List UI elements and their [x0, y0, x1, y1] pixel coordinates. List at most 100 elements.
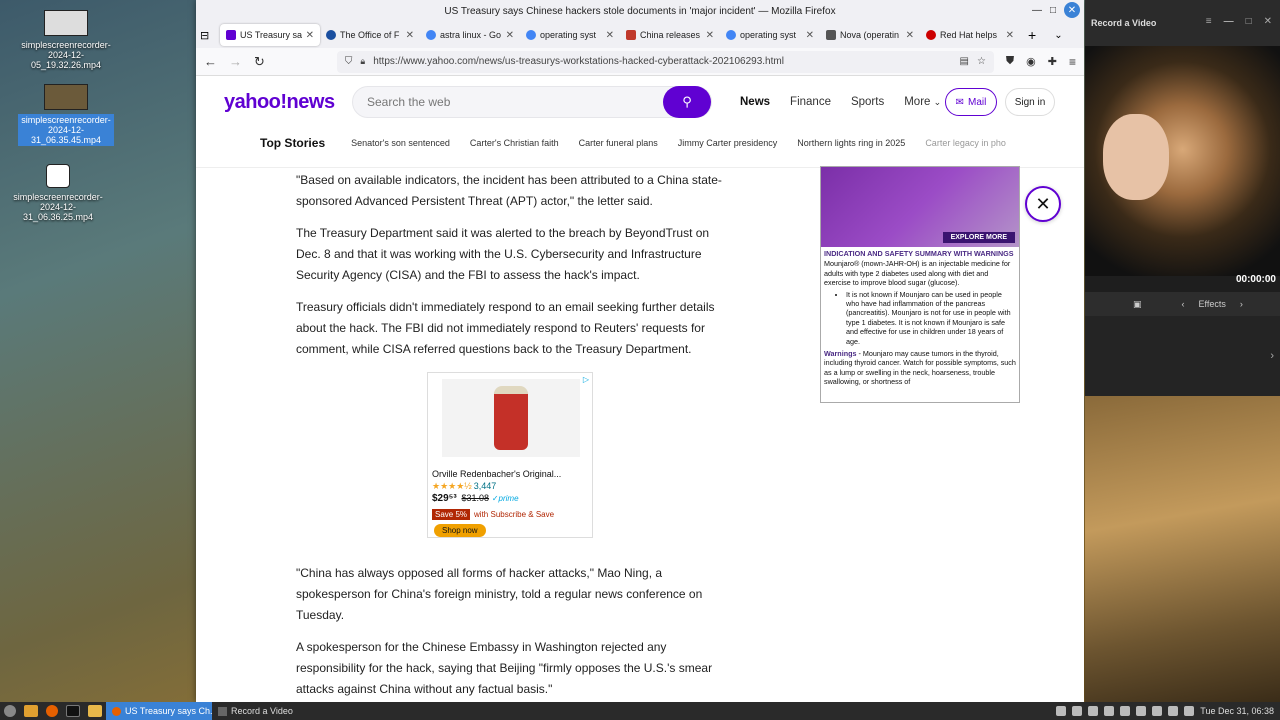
display-icon[interactable] — [1088, 706, 1099, 716]
tab-1[interactable]: US Treasury sa ✕ — [220, 24, 320, 46]
sign-in-button[interactable]: Sign in — [1005, 88, 1055, 116]
shop-now-button[interactable]: Shop now — [434, 524, 486, 537]
network-icon[interactable] — [1120, 706, 1131, 716]
search-button[interactable]: ⚲ — [663, 86, 711, 118]
side-ad[interactable]: EXPLORE MORE INDICATION AND SAFETY SUMMA… — [820, 166, 1020, 403]
close-tab-icon[interactable]: ✕ — [706, 30, 714, 41]
recorder-tray-icon[interactable] — [1072, 706, 1083, 716]
product-ad[interactable]: ▷ Orville Redenbacher's Original... ★★★★… — [427, 372, 593, 538]
mail-button[interactable]: ✉ Mail — [945, 88, 997, 116]
tab-6[interactable]: operating syst ✕ — [720, 24, 820, 46]
product-name[interactable]: Orville Redenbacher's Original... — [432, 469, 561, 479]
top-story-link[interactable]: Jimmy Carter presidency — [678, 138, 778, 148]
rating-stars: ★★★★½ — [432, 481, 472, 491]
effects-label[interactable]: Effects — [1199, 299, 1226, 309]
taskbar-firefox-task[interactable]: US Treasury says Ch... — [106, 702, 212, 720]
close-icon[interactable]: ✕ — [1264, 16, 1272, 27]
popcorn-jar-icon — [494, 386, 528, 450]
close-tab-icon[interactable]: ✕ — [406, 30, 414, 41]
article-paragraph: A spokesperson for the Chinese Embassy i… — [296, 640, 713, 696]
tab-3[interactable]: astra linux - Go ✕ — [420, 24, 520, 46]
desktop-file-icon-1[interactable]: simplescreenrecorder-2024-12-05_19.32.26… — [18, 10, 114, 70]
top-story-link[interactable]: Carter's Christian faith — [470, 138, 559, 148]
wifi-icon[interactable] — [1152, 706, 1163, 716]
files-icon[interactable] — [24, 705, 38, 717]
terminal-icon[interactable] — [66, 705, 80, 717]
url-bar[interactable]: ⛉ 🔒︎ https://www.yahoo.com/news/us-treas… — [336, 50, 994, 73]
nav-more[interactable]: More ⌄ — [904, 96, 941, 108]
tab-7[interactable]: Nova (operatin ✕ — [820, 24, 920, 46]
yahoo-news-logo[interactable]: yahoo!news — [224, 91, 335, 114]
tab-list-icon[interactable]: ⊟ — [200, 29, 220, 42]
volume-icon[interactable] — [1168, 706, 1179, 716]
chevron-right-icon[interactable]: › — [1240, 299, 1243, 309]
menu-icon[interactable]: ≡ — [1206, 16, 1212, 27]
reload-icon[interactable]: ↻ — [254, 54, 265, 70]
adchoices-icon[interactable]: ▷ — [583, 375, 589, 384]
taskbar-recorder-task[interactable]: Record a Video — [212, 702, 299, 720]
tab-4[interactable]: operating syst ✕ — [520, 24, 620, 46]
desktop-file-icon-2[interactable]: simplescreenrecorder-2024-12-31_06.35.45… — [18, 84, 114, 146]
explore-more-button[interactable]: EXPLORE MORE — [942, 232, 1015, 243]
close-tab-icon[interactable]: ✕ — [906, 30, 914, 41]
search-input[interactable]: Search the web ⚲ — [352, 86, 712, 118]
close-ad-button[interactable]: ✕ — [1025, 186, 1061, 222]
battery-icon[interactable] — [1184, 706, 1195, 716]
url-text[interactable]: https://www.yahoo.com/news/us-treasurys-… — [373, 56, 951, 67]
start-menu-icon[interactable] — [4, 705, 16, 717]
nav-sports[interactable]: Sports — [851, 96, 884, 108]
product-image[interactable] — [442, 379, 580, 457]
desktop-file-icon-3[interactable]: simplescreenrecorder-2024-12-31_06.36.25… — [10, 164, 106, 222]
record-mode-icon[interactable]: ▣ — [1133, 299, 1142, 310]
ad-image[interactable]: EXPLORE MORE — [821, 167, 1019, 247]
menu-icon[interactable]: ≡ — [1069, 55, 1076, 69]
task-label: Record a Video — [231, 706, 293, 716]
top-story-link[interactable]: Carter legacy in pho — [925, 138, 1006, 148]
maximize-icon[interactable]: □ — [1050, 5, 1056, 16]
close-tab-icon[interactable]: ✕ — [506, 30, 514, 41]
minimize-icon[interactable]: — — [1224, 16, 1234, 27]
firefox-icon[interactable] — [46, 705, 58, 717]
forward-icon[interactable]: → — [229, 54, 242, 69]
top-story-link[interactable]: Senator's son sentenced — [351, 138, 450, 148]
nav-news[interactable]: News — [740, 96, 770, 108]
top-story-link[interactable]: Carter funeral plans — [579, 138, 658, 148]
tab-overflow-icon[interactable]: ⌄ — [1054, 30, 1062, 41]
new-tab-icon[interactable]: + — [1028, 27, 1036, 43]
account-icon[interactable]: ◉ — [1026, 55, 1036, 68]
video-thumbnail-icon — [44, 84, 88, 110]
maximize-icon[interactable]: □ — [1246, 16, 1252, 27]
bluetooth-icon[interactable] — [1056, 706, 1067, 716]
clock[interactable]: Tue Dec 31, 06:38 — [1200, 706, 1274, 716]
lock-icon[interactable] — [1136, 706, 1147, 716]
close-tab-icon[interactable]: ✕ — [606, 30, 614, 41]
top-story-link[interactable]: Northern lights ring in 2025 — [797, 138, 905, 148]
ad-intro: Mounjaro® (mown-JAHR-OH) is an injectabl… — [824, 259, 1011, 288]
chevron-left-icon[interactable]: ‹ — [1182, 299, 1185, 309]
back-icon[interactable]: ← — [204, 54, 217, 69]
nav-finance[interactable]: Finance — [790, 96, 831, 108]
chevron-right-icon[interactable]: › — [1270, 350, 1274, 362]
yahoo-favicon-icon — [226, 30, 236, 40]
close-tab-icon[interactable]: ✕ — [806, 30, 814, 41]
close-window-icon[interactable]: ✕ — [1064, 2, 1080, 18]
folder-icon[interactable] — [88, 705, 102, 717]
close-tab-icon[interactable]: ✕ — [1006, 30, 1014, 41]
effects-panel: › — [1085, 316, 1280, 396]
article-body-continued: "China has always opposed all forms of h… — [296, 563, 736, 702]
close-tab-icon[interactable]: ✕ — [306, 30, 314, 41]
tab-8[interactable]: Red Hat helps ✕ — [920, 24, 1020, 46]
shield-icon[interactable]: ⛉ — [345, 56, 353, 67]
tab-5[interactable]: China releases ✕ — [620, 24, 720, 46]
window-title: US Treasury says Chinese hackers stole d… — [444, 5, 836, 17]
ad-header: INDICATION AND SAFETY SUMMARY WITH WARNI… — [824, 249, 1014, 258]
firefox-task-icon — [112, 706, 121, 716]
tab-2[interactable]: The Office of F ✕ — [320, 24, 420, 46]
lock-icon[interactable]: 🔒︎ — [360, 56, 365, 67]
clipboard-icon[interactable] — [1104, 706, 1115, 716]
minimize-icon[interactable]: — — [1032, 5, 1042, 16]
reader-view-icon[interactable]: ▤ — [959, 56, 968, 67]
extensions-icon[interactable]: ✚ — [1048, 55, 1057, 68]
pocket-icon[interactable]: ⛊ — [1006, 55, 1014, 68]
bookmark-star-icon[interactable]: ☆ — [977, 56, 986, 67]
